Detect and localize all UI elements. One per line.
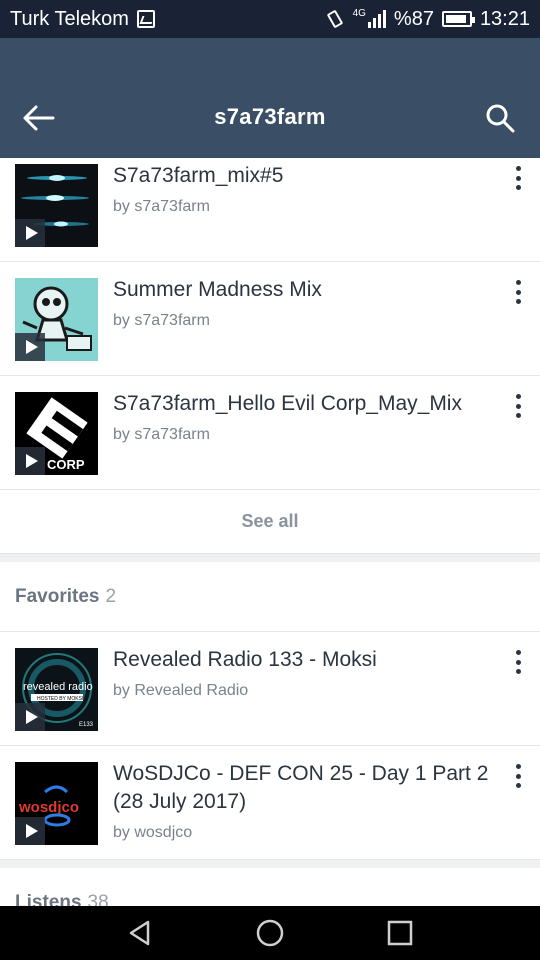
- nav-home-button[interactable]: [250, 913, 290, 953]
- nav-recents-button[interactable]: [380, 913, 420, 953]
- status-bar: Turk Telekom 4G %87 13:21: [0, 0, 540, 38]
- system-nav-bar: [0, 906, 540, 960]
- thumb-hosted-text: HOSTED BY MOKSI: [37, 696, 83, 702]
- track-thumbnail[interactable]: wosdjco: [15, 762, 98, 845]
- play-icon[interactable]: [15, 703, 45, 731]
- carrier-name: Turk Telekom: [10, 7, 129, 30]
- track-thumbnail[interactable]: CORP: [15, 392, 98, 475]
- more-options-icon[interactable]: [510, 762, 526, 790]
- thumb-wosdjco-text: wosdjco: [18, 799, 79, 816]
- thumb-episode-text: E133: [79, 722, 94, 728]
- track-title[interactable]: Summer Madness Mix: [113, 276, 490, 304]
- favorites-count: 2: [105, 585, 117, 607]
- triangle-back-icon: [129, 920, 150, 946]
- section-divider: [0, 554, 540, 562]
- thumb-corp-text: CORP: [47, 457, 85, 472]
- square-recents-icon: [387, 920, 413, 946]
- track-author[interactable]: by s7a73farm: [113, 312, 210, 330]
- list-item[interactable]: wosdjco WoSDJCo - DEF CON 25 - Day 1 Par…: [0, 746, 540, 860]
- thumb-revealed-text: revealed radio: [23, 681, 93, 693]
- track-author[interactable]: by Revealed Radio: [113, 682, 248, 700]
- search-icon: [486, 104, 515, 133]
- favorites-header[interactable]: Favorites 2: [0, 562, 540, 632]
- more-options-icon[interactable]: [510, 392, 526, 420]
- track-thumbnail[interactable]: revealed radio HOSTED BY MOKSI E133: [15, 648, 98, 731]
- play-icon[interactable]: [15, 219, 45, 247]
- more-options-icon[interactable]: [510, 648, 526, 676]
- see-all-button[interactable]: See all: [0, 490, 540, 554]
- listens-label: Listens: [15, 891, 82, 907]
- listens-count: 38: [87, 891, 109, 907]
- track-thumbnail[interactable]: [15, 278, 98, 361]
- list-item[interactable]: CORP S7a73farm_Hello Evil Corp_May_Mix b…: [0, 376, 540, 490]
- vibrate-icon: [326, 10, 343, 28]
- page-title: s7a73farm: [214, 104, 326, 129]
- search-button[interactable]: [480, 98, 520, 138]
- play-icon[interactable]: [15, 447, 45, 475]
- app-bar: s7a73farm: [0, 38, 540, 158]
- section-divider: [0, 860, 540, 868]
- track-title[interactable]: WoSDJCo - DEF CON 25 - Day 1 Part 2 (28 …: [113, 760, 490, 816]
- track-thumbnail[interactable]: [15, 164, 98, 247]
- track-author[interactable]: by s7a73farm: [113, 198, 210, 216]
- nav-back-button[interactable]: [120, 913, 160, 953]
- play-icon[interactable]: [15, 817, 45, 845]
- track-author[interactable]: by s7a73farm: [113, 426, 210, 444]
- track-title[interactable]: S7a73farm_Hello Evil Corp_May_Mix: [113, 390, 490, 418]
- battery-percent: %87: [393, 7, 434, 30]
- track-title[interactable]: Revealed Radio 133 - Moksi: [113, 646, 490, 674]
- list-item[interactable]: Summer Madness Mix by s7a73farm: [0, 262, 540, 376]
- signal-icon: [367, 10, 386, 28]
- list-item[interactable]: revealed radio HOSTED BY MOKSI E133 Reve…: [0, 632, 540, 746]
- battery-icon: [441, 11, 475, 27]
- play-icon[interactable]: [15, 333, 45, 361]
- network-type: 4G: [352, 7, 366, 19]
- listens-header[interactable]: Listens 38: [0, 868, 540, 906]
- circle-home-icon: [256, 919, 284, 947]
- track-author[interactable]: by wosdjco: [113, 824, 192, 842]
- clock: 13:21: [479, 7, 530, 30]
- favorites-label: Favorites: [15, 585, 100, 607]
- image-notification-icon: [136, 10, 155, 28]
- more-options-icon[interactable]: [510, 164, 526, 192]
- more-options-icon[interactable]: [510, 278, 526, 306]
- track-title[interactable]: S7a73farm_mix#5: [113, 162, 490, 190]
- list-item[interactable]: S7a73farm_mix#5 by s7a73farm: [0, 158, 540, 262]
- content-list[interactable]: S7a73farm_mix#5 by s7a73farm Summer Madn…: [0, 158, 540, 906]
